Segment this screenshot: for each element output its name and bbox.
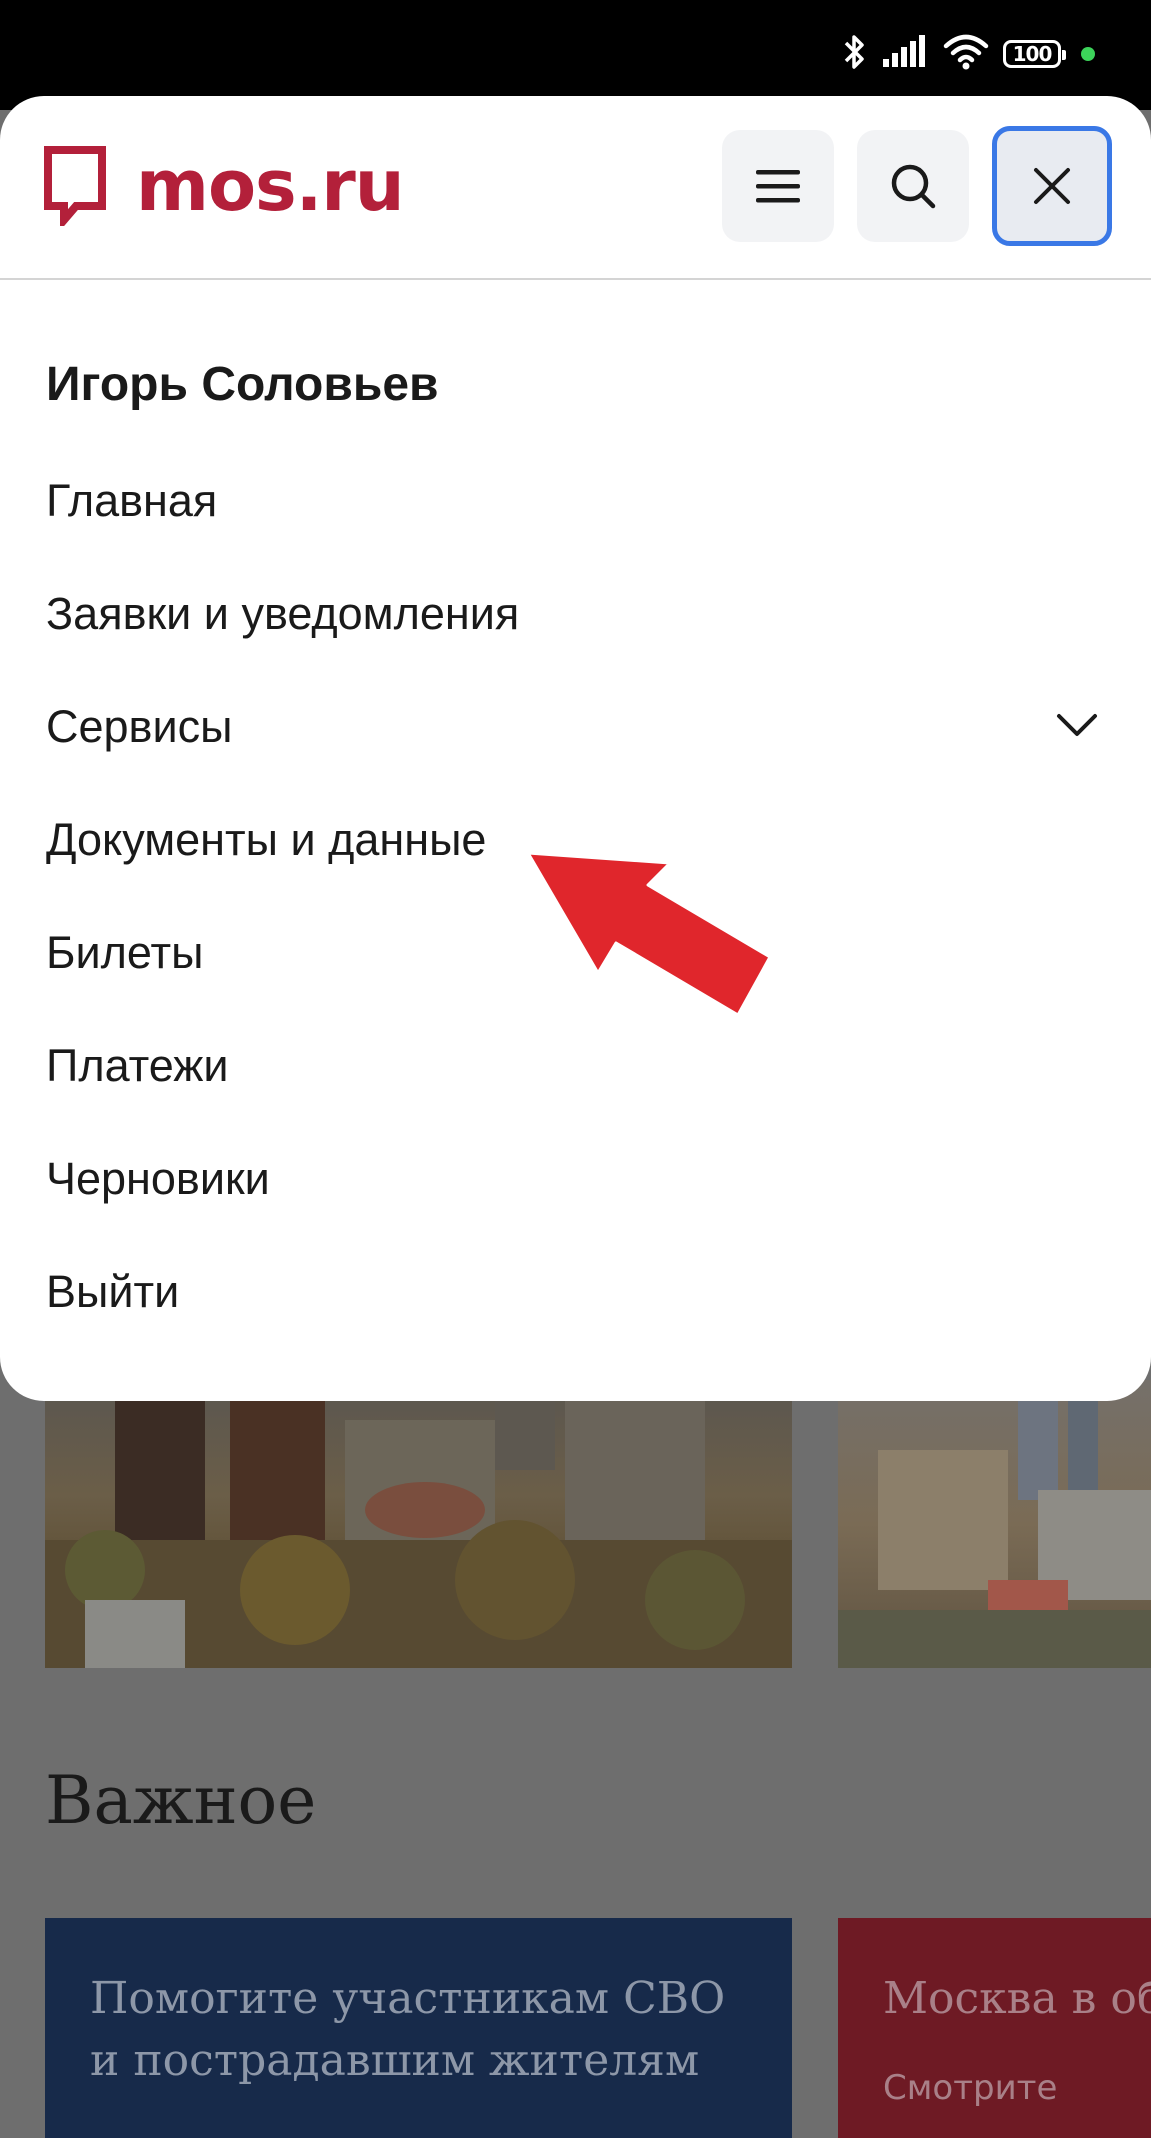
close-menu-button[interactable]	[992, 126, 1112, 246]
privacy-indicator-dot	[1081, 47, 1095, 61]
menu-item-label: Документы и данные	[46, 814, 487, 865]
city-photo-2	[838, 1380, 1151, 1668]
battery-icon: 100	[1003, 40, 1066, 68]
menu-item-label: Черновики	[46, 1153, 270, 1204]
bluetooth-icon	[839, 32, 869, 76]
menu-item-drafts[interactable]: Черновики	[46, 1152, 1105, 1265]
news-card[interactable]: Москва в об Смотрите	[838, 1918, 1151, 2138]
menu-button[interactable]	[722, 130, 834, 242]
site-logo[interactable]: mos.ru	[44, 145, 405, 227]
menu-item-logout[interactable]: Выйти	[46, 1265, 1105, 1378]
site-header: mos.ru	[0, 96, 1151, 280]
news-card[interactable]: Помогите участникам СВО и пострадавшим ж…	[45, 1918, 792, 2138]
menu-item-label: Сервисы	[46, 701, 233, 752]
signal-icon	[883, 35, 929, 73]
menu-item-label: Выйти	[46, 1266, 180, 1317]
section-title-important: Важное	[45, 1762, 317, 1839]
status-bar: 100	[0, 0, 1151, 110]
city-photo-1	[45, 1380, 792, 1668]
news-card-subtitle: Смотрите	[883, 2068, 1058, 2108]
news-card-title: Помогите участникам СВО и пострадавшим ж…	[90, 1973, 726, 2086]
red-arrow-annotation-icon	[526, 851, 772, 1017]
status-icons: 100	[839, 34, 1095, 74]
news-card-title: Москва в об	[883, 1973, 1151, 2024]
menu-item-home[interactable]: Главная	[46, 474, 1105, 587]
hamburger-menu-icon	[756, 170, 800, 203]
navigation-menu-sheet: mos.ru Игорь Соловьев Главная Заявки и у	[0, 96, 1151, 1401]
chevron-down-icon[interactable]	[1055, 704, 1099, 748]
menu-item-payments[interactable]: Платежи	[46, 1039, 1105, 1152]
menu-item-services[interactable]: Сервисы	[46, 700, 1105, 813]
wifi-icon	[943, 34, 989, 74]
close-icon	[1034, 168, 1070, 204]
search-button[interactable]	[857, 130, 969, 242]
user-profile-name[interactable]: Игорь Соловьев	[46, 356, 1105, 414]
menu-item-requests-notifications[interactable]: Заявки и уведомления	[46, 587, 1105, 700]
menu-item-label: Главная	[46, 475, 218, 526]
search-icon	[891, 164, 936, 209]
menu-item-label: Платежи	[46, 1040, 229, 1091]
menu-item-label: Билеты	[46, 927, 204, 978]
logo-text: mos.ru	[136, 145, 405, 227]
menu-item-label: Заявки и уведомления	[46, 588, 520, 639]
logo-icon	[44, 146, 106, 226]
